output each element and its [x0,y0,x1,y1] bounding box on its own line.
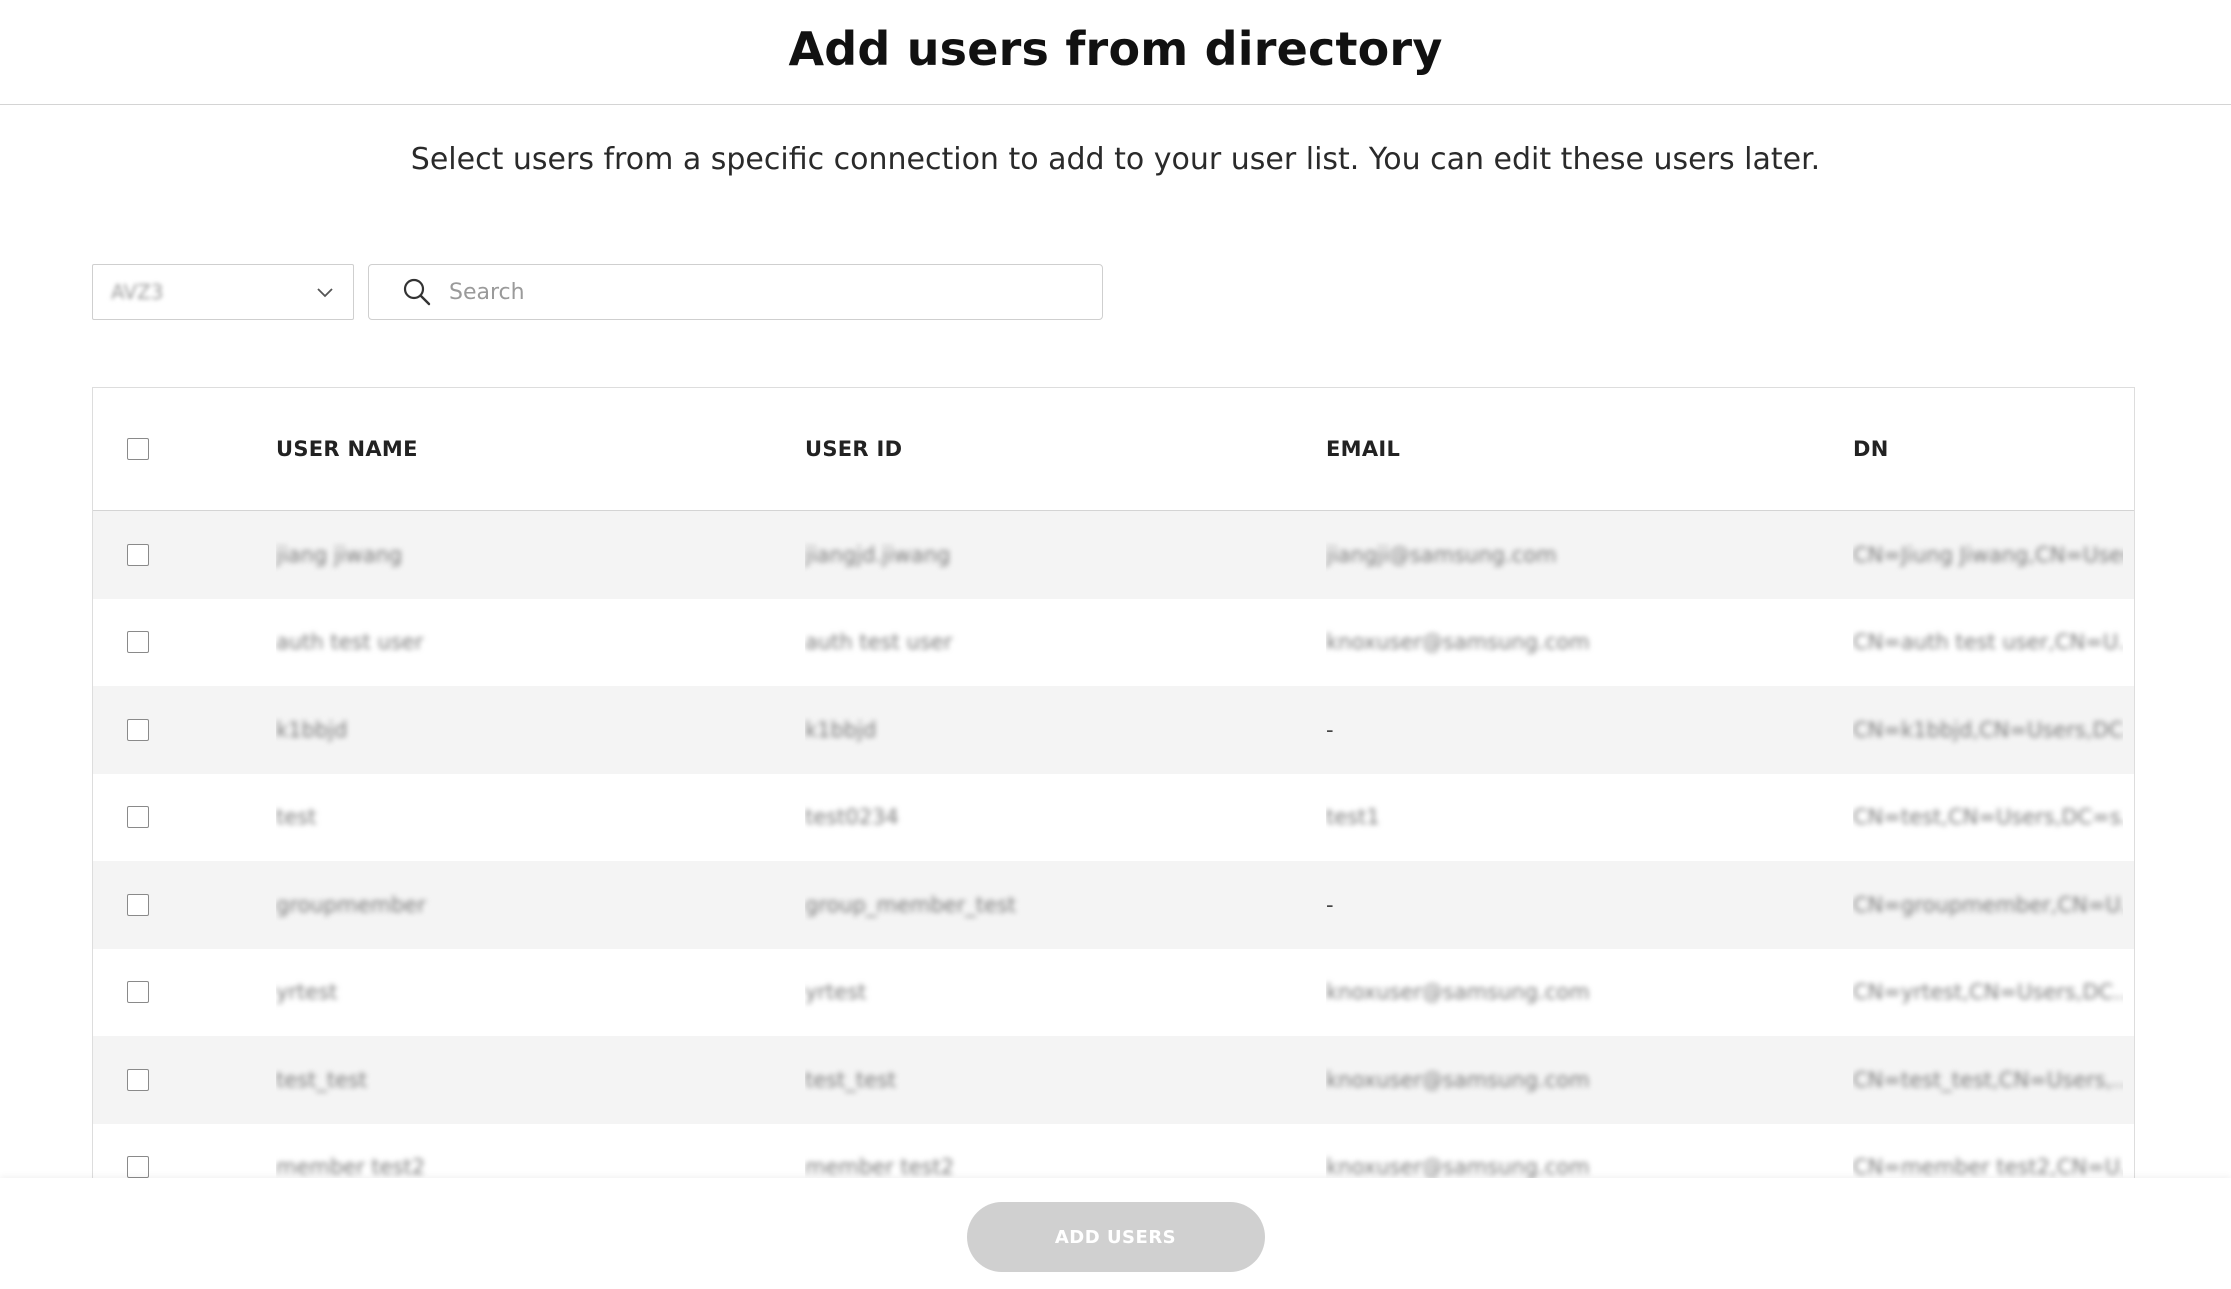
table-row[interactable]: jiang jiwang jiangjd.jiwang jiangji@samsun… [93,511,2134,599]
user-name-cell: auth test user [276,630,424,655]
column-header-dn[interactable]: DN [1853,388,2123,510]
row-checkbox[interactable] [127,1156,149,1179]
column-header-email[interactable]: EMAIL [1326,388,1826,510]
user-name-cell: member test2 [276,1155,426,1180]
search-input[interactable] [449,279,1049,305]
connection-select[interactable]: AVZ3 [92,264,354,320]
page-title: Add users from directory [788,22,1443,76]
search-box[interactable] [368,264,1103,320]
dn-cell: CN=auth test user,CN=U... [1853,630,2123,655]
dn-cell: CN=member test2,CN=U... [1853,1155,2123,1180]
user-id-cell: yrtest [805,980,867,1005]
user-id-cell: k1bbjd [805,717,877,742]
user-id-cell: auth test user [805,630,953,655]
dn-cell: CN=test,CN=Users,DC=s... [1853,805,2123,830]
row-checkbox[interactable] [127,631,149,654]
row-checkbox[interactable] [127,718,149,741]
user-name-cell: test_test [276,1067,368,1092]
table-row[interactable]: test test0234 test1 CN=test,CN=Users,DC=s..… [93,774,2134,862]
table-header: USER NAME USER ID EMAIL DN [93,388,2134,511]
email-cell: jiangji@samsung.com [1326,542,1557,567]
row-checkbox[interactable] [127,543,149,566]
email-cell: - [1326,892,1334,917]
email-cell: knoxuser@samsung.com [1326,980,1590,1005]
row-checkbox[interactable] [127,1068,149,1091]
dn-cell: CN=yrtest,CN=Users,DC... [1853,980,2123,1005]
table-row[interactable]: yrtest yrtest knoxuser@samsung.com CN=yrtes… [93,949,2134,1037]
user-name-cell: k1bbjd [276,717,348,742]
user-name-cell: jiang jiwang [276,542,403,567]
user-id-cell: group_member_test [805,892,1017,917]
email-cell: knoxuser@samsung.com [1326,1067,1590,1092]
select-all-checkbox[interactable] [127,438,149,460]
connection-select-value: AVZ3 [111,280,164,304]
user-name-cell: groupmember [276,892,426,917]
row-checkbox[interactable] [127,893,149,916]
user-id-cell: jiangjd.jiwang [805,542,951,567]
dn-cell: CN=Jiung Jiwang,CN=User... [1853,542,2123,567]
add-users-button[interactable]: ADD USERS [966,1202,1265,1272]
table-row[interactable]: test_test test_test knoxuser@samsung.com CN… [93,1036,2134,1124]
user-name-cell: yrtest [276,980,338,1005]
table-body: jiang jiwang jiangjd.jiwang jiangji@samsun… [93,511,2134,1211]
dn-cell: CN=test_test,CN=Users,... [1853,1067,2123,1092]
email-cell: - [1326,717,1334,742]
user-id-cell: member test2 [805,1155,955,1180]
user-id-cell: test0234 [805,805,899,830]
search-icon [403,278,431,306]
user-name-cell: test [276,805,317,830]
user-id-cell: test_test [805,1067,897,1092]
email-cell: knoxuser@samsung.com [1326,630,1590,655]
page-subtitle: Select users from a specific connection … [410,142,1821,177]
chevron-down-icon [317,288,333,298]
table-row[interactable]: auth test user auth test user knoxuser@sam… [93,599,2134,687]
toolbar: AVZ3 [92,264,1103,320]
add-users-dialog: Add users from directory Select users fr… [0,0,2231,1289]
footer: ADD USERS [0,1178,2231,1289]
header: Add users from directory [0,0,2231,105]
row-checkbox[interactable] [127,806,149,829]
users-table: USER NAME USER ID EMAIL DN jiang jiwang j… [92,387,2135,1289]
row-checkbox[interactable] [127,981,149,1004]
email-cell: knoxuser@samsung.com [1326,1155,1590,1180]
dn-cell: CN=groupmember,CN=U... [1853,892,2123,917]
email-cell: test1 [1326,805,1380,830]
column-header-user-id[interactable]: USER ID [805,388,1305,510]
table-row[interactable]: k1bbjd k1bbjd - CN=k1bbjd,CN=Users,DC... [93,686,2134,774]
table-row[interactable]: groupmember group_member_test - CN=groupmem… [93,861,2134,949]
dn-cell: CN=k1bbjd,CN=Users,DC... [1853,717,2123,742]
column-header-user-name[interactable]: USER NAME [276,388,776,510]
